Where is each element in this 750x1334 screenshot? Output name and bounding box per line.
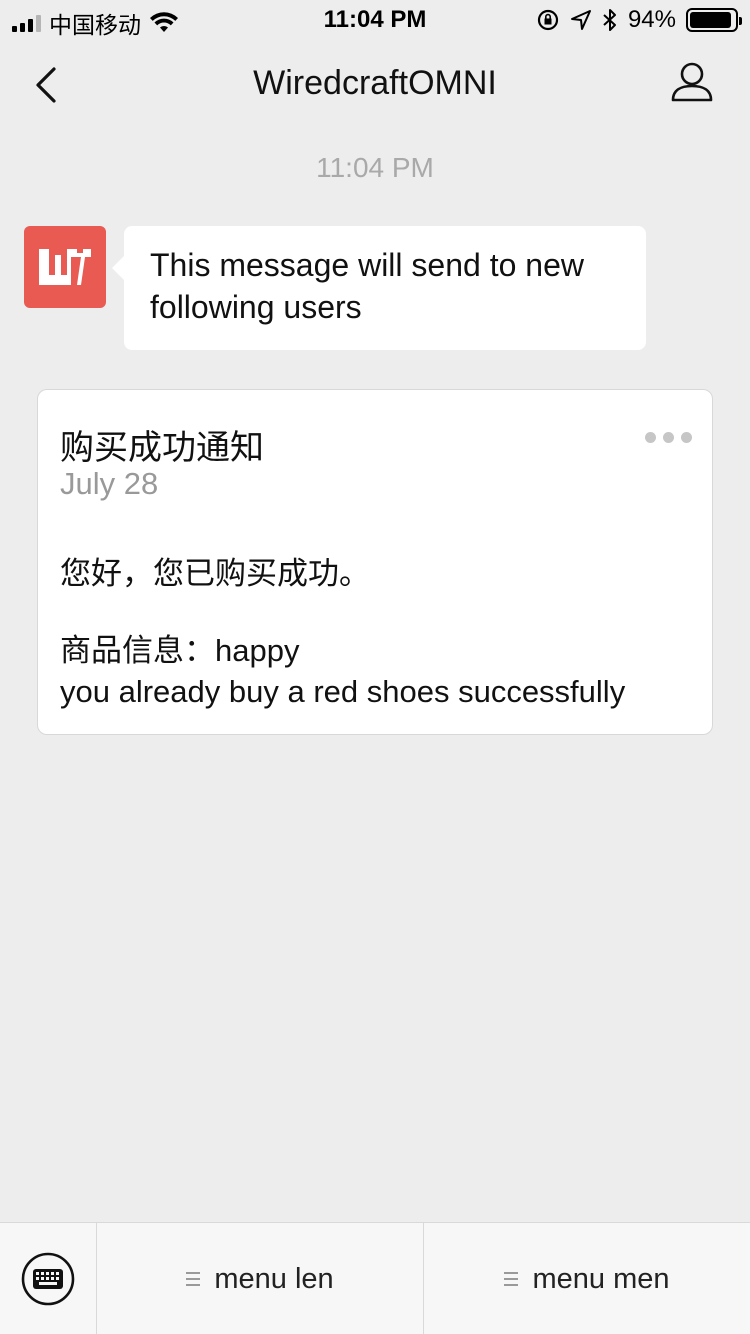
status-bar: 中国移动 11:04 PM 94% [0,0,750,40]
message-bubble[interactable]: This message will send to new following … [112,226,646,350]
person-icon [671,62,713,102]
avatar[interactable] [24,226,106,308]
card-date: July 28 [60,466,159,501]
battery-percent: 94% [627,6,676,33]
bottom-menu-bar: menu len menu men [0,1222,750,1334]
message-timestamp: 11:04 PM [316,152,434,183]
menu-item-label: menu len [214,1262,334,1295]
card-product-line: 商品信息：happy [60,633,300,668]
page-title: WiredcraftOMNI [253,64,497,102]
chat-screen: 中国移动 11:04 PM 94% WiredcraftOMNI 11:04 P… [0,0,750,1334]
notification-card[interactable]: 购买成功通知 July 28 您好，您已购买成功。 商品信息：happy you… [37,389,713,735]
menu-item-len[interactable]: menu len [97,1223,423,1334]
status-right: 94% [536,6,742,34]
battery-icon [686,8,742,32]
location-icon [570,10,591,30]
card-info: 商品信息：happy you already buy a red shoes s… [60,630,625,712]
keyboard-icon [21,1252,75,1306]
battery-level [690,12,732,28]
menu-item-men[interactable]: menu men [423,1223,750,1334]
more-options-icon[interactable] [645,432,692,443]
menu-lines-icon [186,1272,201,1286]
menu-item-label: menu men [532,1262,670,1295]
card-greeting: 您好，您已购买成功。 [60,556,370,591]
bluetooth-icon [603,9,616,31]
card-title: 购买成功通知 [60,429,264,467]
keyboard-toggle-button[interactable] [0,1223,97,1334]
menu-lines-icon [504,1272,519,1286]
profile-button[interactable] [670,60,720,110]
wiredcraft-logo-icon [39,249,91,285]
nav-bar: WiredcraftOMNI [0,40,750,130]
rotation-lock-icon [537,9,559,31]
card-detail-line: you already buy a red shoes successfully [60,674,626,709]
